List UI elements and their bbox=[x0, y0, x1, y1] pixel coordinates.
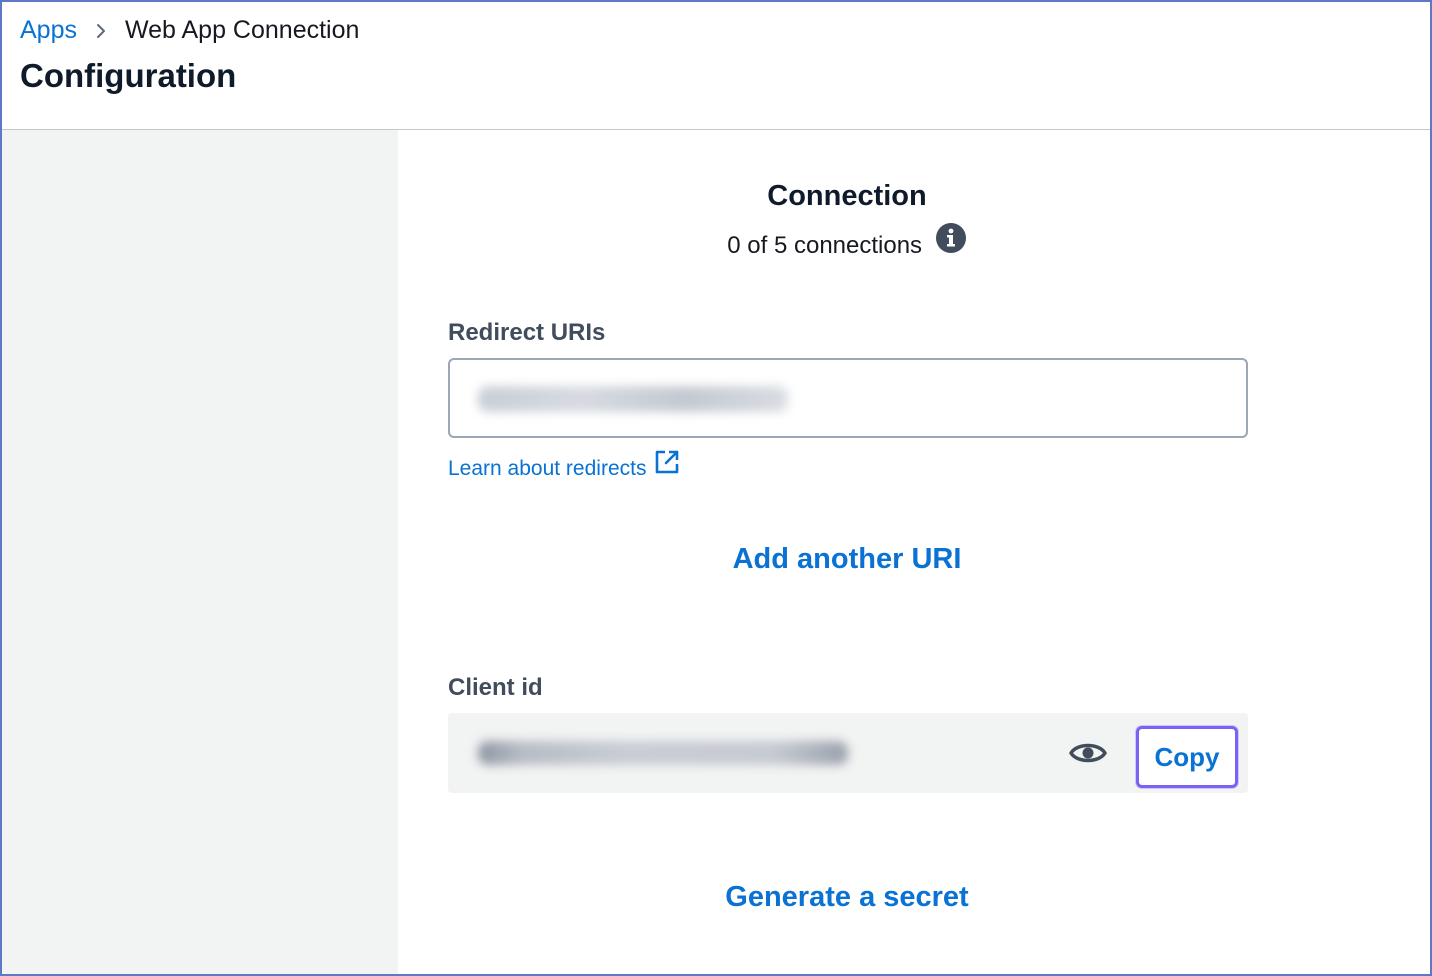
client-id-label: Client id bbox=[448, 674, 543, 701]
generate-secret-button[interactable]: Generate a secret bbox=[398, 878, 1296, 916]
connection-count: 0 of 5 connections bbox=[398, 223, 1296, 263]
client-id-value-redacted bbox=[478, 741, 848, 765]
copy-button[interactable]: Copy bbox=[1136, 726, 1238, 788]
breadcrumb-current: Web App Connection bbox=[124, 16, 360, 44]
redirect-uri-input[interactable] bbox=[448, 358, 1248, 438]
redirect-uris-label: Redirect URIs bbox=[448, 319, 606, 346]
eye-icon[interactable] bbox=[1068, 737, 1108, 769]
info-icon[interactable] bbox=[935, 222, 967, 263]
add-another-uri-button[interactable]: Add another URI bbox=[398, 540, 1296, 578]
breadcrumb: Apps Web App Connection bbox=[20, 14, 359, 46]
learn-about-redirects-label: Learn about redirects bbox=[448, 457, 647, 480]
side-panel bbox=[2, 130, 398, 974]
connection-count-text: 0 of 5 connections bbox=[727, 232, 923, 259]
client-id-field: Copy bbox=[448, 713, 1248, 793]
page-title: Configuration bbox=[20, 57, 237, 94]
connection-title: Connection bbox=[767, 180, 927, 212]
breadcrumb-apps-link[interactable]: Apps bbox=[20, 14, 77, 46]
window-frame: Apps Web App Connection Configuration Co… bbox=[0, 0, 1432, 976]
chevron-right-icon bbox=[77, 14, 125, 46]
main-content: Connection 0 of 5 connections Redirect U… bbox=[398, 130, 1430, 974]
page-header: Apps Web App Connection Configuration bbox=[2, 2, 1430, 130]
learn-about-redirects-link[interactable]: Learn about redirects bbox=[448, 450, 680, 484]
external-link-icon bbox=[654, 449, 680, 484]
